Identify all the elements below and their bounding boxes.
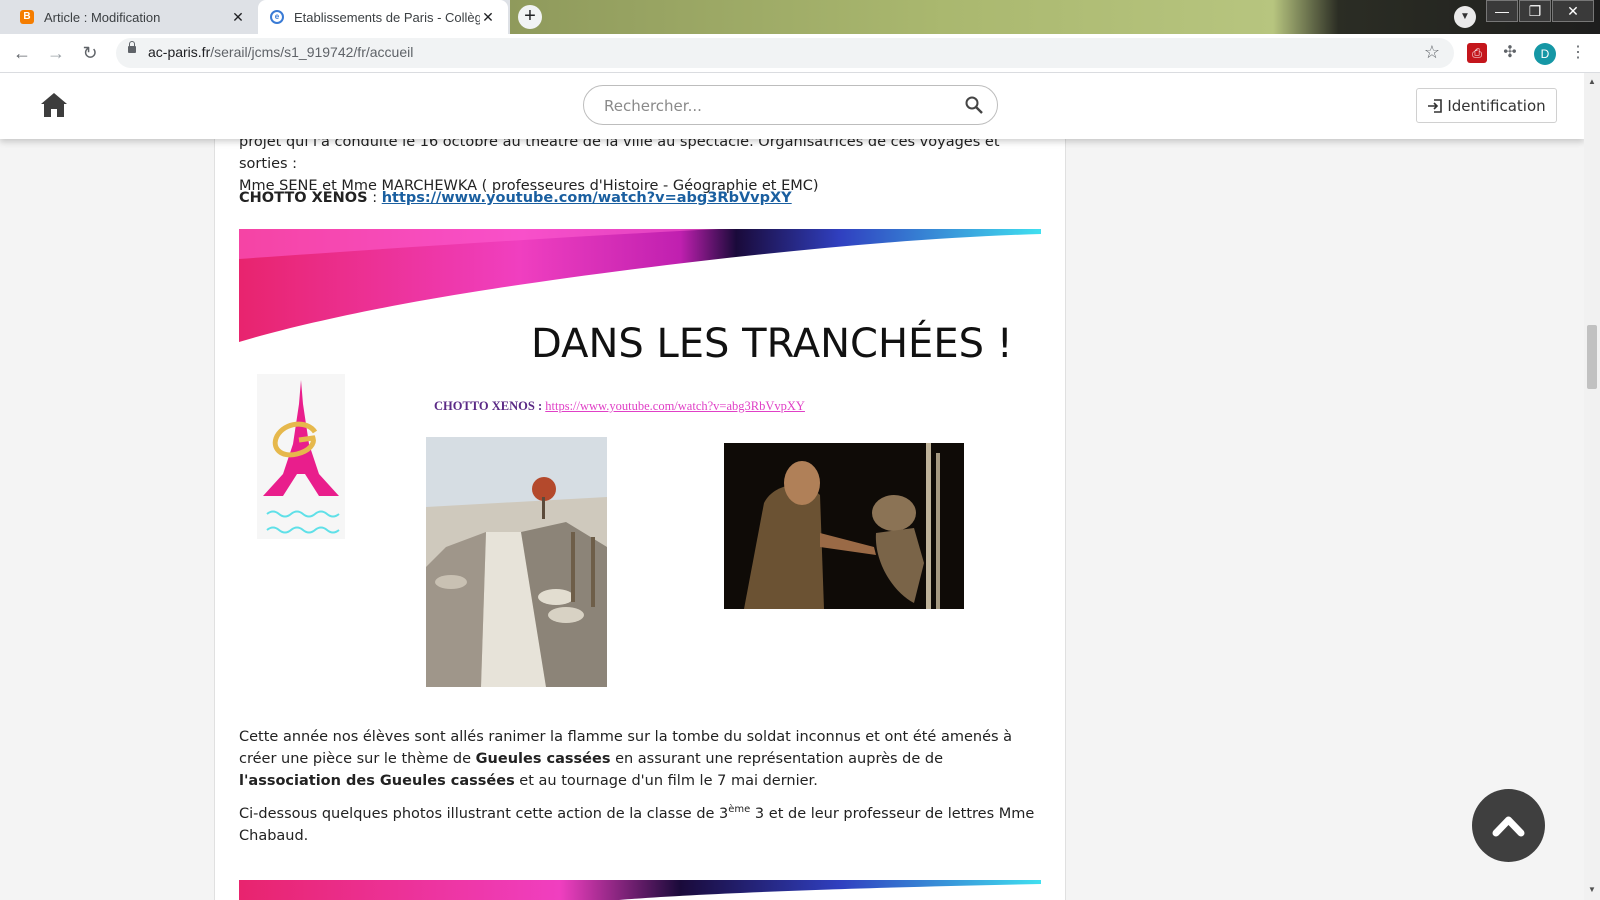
tab-etablissements-paris[interactable]: e Etablissements de Paris - Collège ✕ [258, 0, 508, 34]
chotto-separator: : [367, 190, 382, 206]
scroll-up-arrow-icon[interactable]: ▲ [1588, 77, 1596, 86]
scroll-down-arrow-icon[interactable]: ▼ [1588, 885, 1596, 894]
kebab-menu-icon[interactable]: ⋮ [1570, 42, 1586, 62]
site-header: Identification [0, 73, 1584, 139]
tab-strip: B Article : Modification ✕ e Etablisseme… [0, 0, 1600, 34]
address-bar[interactable]: ac-paris.fr/serail/jcms/s1_919742/fr/acc… [116, 38, 1454, 68]
extensions-puzzle-icon[interactable]: ✣ [1500, 43, 1520, 63]
home-icon[interactable] [40, 92, 68, 118]
bookmark-star-icon[interactable]: ☆ [1424, 42, 1440, 63]
scrollbar-thumb[interactable] [1587, 325, 1597, 389]
chevron-up-icon [1492, 816, 1525, 837]
login-button[interactable]: Identification [1416, 88, 1557, 123]
puppet-performance-photo [724, 443, 964, 609]
forward-arrow-icon[interactable]: → [44, 41, 68, 65]
trench-photo [426, 437, 607, 687]
second-banner-swoosh [239, 880, 1041, 900]
close-tab-icon[interactable]: ✕ [230, 9, 246, 26]
window-controls: — ❐ ✕ [1485, 0, 1594, 22]
page-scrollbar[interactable]: ▲ ▼ [1584, 73, 1600, 900]
article-column: projet qui l'a conduite le 16 octobre au… [214, 73, 1066, 900]
site-search-box[interactable] [583, 85, 998, 125]
search-icon[interactable] [965, 96, 983, 114]
sign-in-icon [1428, 98, 1443, 113]
page-viewport: Identification projet qui l'a conduite l… [0, 73, 1584, 900]
url-host: ac-paris.fr [148, 44, 211, 60]
banner-youtube-link[interactable]: https://www.youtube.com/watch?v=abg3RbVv… [545, 399, 805, 413]
banner-chotto-label: CHOTTO XENOS [434, 399, 535, 413]
window-background [510, 0, 1600, 34]
banner-chotto-line: CHOTTO XENOS : https://www.youtube.com/w… [434, 399, 805, 414]
para2-bold-association: l'association des Gueules cassées [239, 773, 515, 789]
acrobat-extension-icon[interactable]: ⎙ [1467, 43, 1487, 63]
login-label: Identification [1447, 96, 1546, 115]
eiffel-tower-logo [257, 374, 345, 539]
banner-title: DANS LES TRANCHÉES ! [531, 321, 1013, 367]
banner-chotto-separator: : [534, 399, 546, 413]
close-window-button[interactable]: ✕ [1552, 0, 1594, 22]
close-tab-icon[interactable]: ✕ [480, 9, 496, 26]
profile-avatar[interactable]: D [1534, 43, 1556, 65]
back-arrow-icon[interactable]: ← [10, 41, 34, 65]
url-path: /serail/jcms/s1_919742/fr/accueil [210, 44, 414, 60]
tab-article-modification[interactable]: B Article : Modification ✕ [8, 0, 258, 34]
gueules-cassees-paragraph: Cette année nos élèves sont allés ranime… [239, 726, 1039, 792]
academie-icon: e [270, 10, 284, 24]
tab-search-icon[interactable]: ▼ [1454, 6, 1476, 28]
new-tab-button[interactable]: + [518, 5, 542, 29]
tab-title: Article : Modification [44, 9, 161, 25]
photos-paragraph: Ci-dessous quelques photos illustrant ce… [239, 803, 1039, 847]
para2-text: en assurant une représentation auprès de… [610, 751, 944, 767]
blogger-icon: B [20, 10, 34, 24]
chotto-line: CHOTTO XENOS : https://www.youtube.com/w… [239, 187, 1039, 209]
reload-icon[interactable]: ↻ [78, 41, 102, 65]
minimize-button[interactable]: — [1486, 0, 1518, 22]
url-text[interactable]: ac-paris.fr/serail/jcms/s1_919742/fr/acc… [148, 44, 413, 60]
tab-title: Etablissements de Paris - Collège [294, 9, 480, 25]
dans-les-tranchees-banner: DANS LES TRANCHÉES ! CHOTTO XENOS : http… [239, 229, 1041, 699]
maximize-button[interactable]: ❐ [1519, 0, 1551, 22]
lock-icon [128, 41, 136, 53]
chotto-youtube-link[interactable]: https://www.youtube.com/watch?v=abg3RbVv… [382, 190, 792, 206]
para3-superscript: ème [728, 804, 751, 816]
back-to-top-button[interactable] [1472, 789, 1545, 862]
para2-bold-gueules: Gueules cassées [475, 751, 611, 767]
chotto-label: CHOTTO XENOS [239, 190, 368, 206]
browser-toolbar: ← → ↻ ac-paris.fr/serail/jcms/s1_919742/… [0, 34, 1600, 73]
search-input[interactable] [602, 95, 946, 117]
para3-text: Ci-dessous quelques photos illustrant ce… [239, 806, 729, 822]
para2-text: et au tournage d'un film le 7 mai dernie… [514, 773, 818, 789]
